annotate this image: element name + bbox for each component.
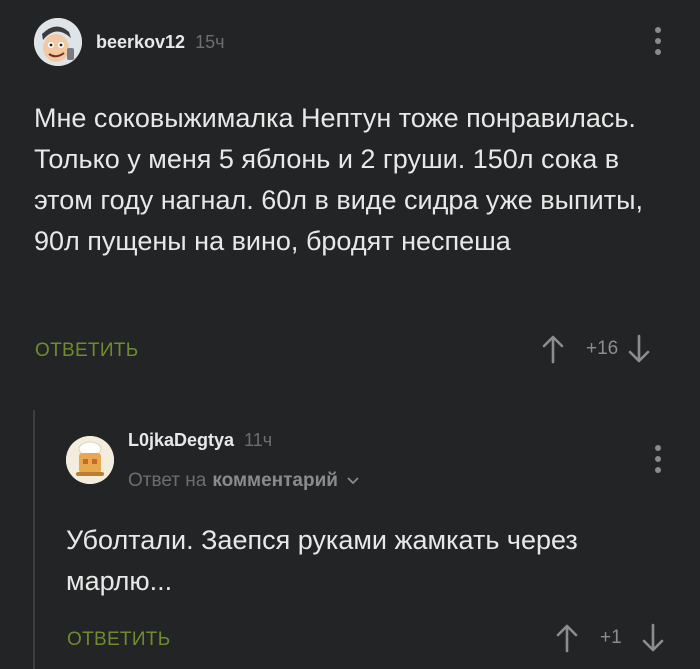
- username[interactable]: L0jkaDegtya: [128, 430, 234, 451]
- reply-to-prefix: Ответ на: [128, 470, 207, 491]
- avatar-chef-icon: [66, 436, 114, 484]
- comment-2-meta: L0jkaDegtya 11ч Ответ на комментарий: [128, 430, 428, 491]
- vote-controls: +16: [540, 334, 652, 364]
- avatar-cartoon-icon: [34, 18, 82, 66]
- downvote-arrow-icon[interactable]: [626, 334, 652, 364]
- rating-value: +16: [586, 338, 619, 359]
- upvote-arrow-icon[interactable]: [554, 623, 580, 653]
- avatar[interactable]: [34, 18, 82, 66]
- reply-to-line: Ответ на комментарий: [128, 470, 360, 492]
- reply-button[interactable]: ОТВЕТИТЬ: [35, 340, 138, 362]
- comment-text: Мне соковыжималка Нептун тоже понравилас…: [34, 103, 644, 256]
- username[interactable]: beerkov12: [96, 32, 185, 53]
- more-options-icon[interactable]: [655, 27, 661, 55]
- rating-value: +1: [600, 627, 622, 648]
- reply-to-link[interactable]: комментарий: [212, 470, 338, 492]
- chevron-down-icon[interactable]: [346, 476, 360, 486]
- downvote-arrow-icon[interactable]: [640, 623, 666, 653]
- timestamp: 11ч: [244, 430, 273, 450]
- more-options-icon[interactable]: [655, 445, 661, 473]
- comment-2-title: L0jkaDegtya 11ч: [128, 430, 272, 451]
- vote-controls: +1: [554, 623, 666, 653]
- avatar[interactable]: [66, 436, 114, 484]
- comment-1-header: beerkov12 15ч: [34, 18, 224, 66]
- reply-button[interactable]: ОТВЕТИТЬ: [67, 629, 170, 651]
- upvote-arrow-icon[interactable]: [540, 334, 566, 364]
- timestamp: 15ч: [195, 31, 225, 52]
- comment-2-header: L0jkaDegtya 11ч Ответ на комментарий: [66, 430, 428, 491]
- comment-text: Уболтали. Заепся руками жамкать через ма…: [66, 525, 578, 596]
- thread-line[interactable]: [33, 410, 35, 669]
